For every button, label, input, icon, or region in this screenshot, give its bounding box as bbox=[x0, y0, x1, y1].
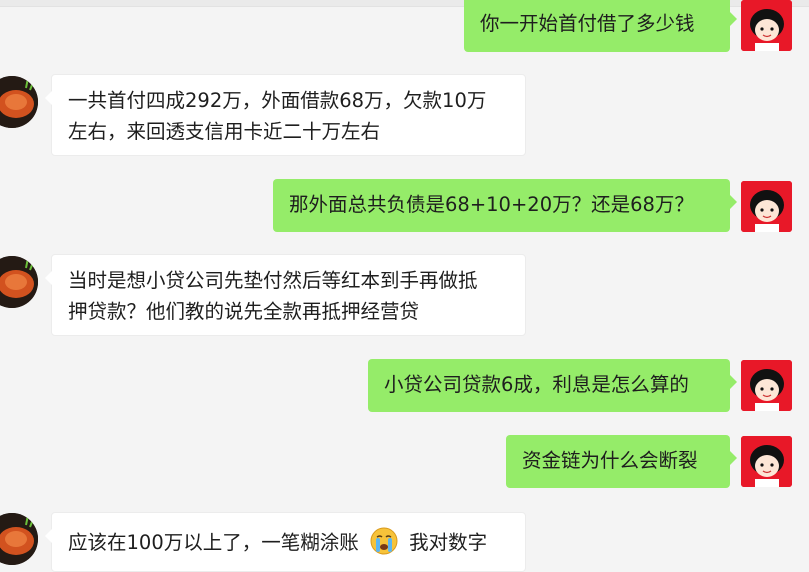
message-bubble-incoming[interactable]: 当时是想小贷公司先垫付然后等红本到手再做抵 押贷款？他们教的说先全款再抵押经营贷 bbox=[45, 254, 526, 336]
self-avatar[interactable] bbox=[741, 181, 792, 232]
cartoon-girl-avatar-icon bbox=[741, 0, 792, 51]
message-text: 资金链为什么会断裂 bbox=[522, 449, 698, 472]
message-text-line: 一共首付四成292万，外面借款68万，欠款10万 bbox=[68, 89, 487, 112]
message-bubble-outgoing[interactable]: 资金链为什么会断裂 bbox=[506, 435, 737, 488]
message-bubble-incoming[interactable]: 应该在100万以上了，一笔糊涂账 我对数字 bbox=[45, 512, 526, 572]
crab-dish-avatar-icon bbox=[0, 256, 38, 308]
message-text-line: 当时是想小贷公司先垫付然后等红本到手再做抵 bbox=[68, 269, 478, 292]
crab-dish-avatar-icon bbox=[0, 513, 38, 565]
message-text-line: 左右，来回透支信用卡近二十万左右 bbox=[68, 120, 381, 143]
message-bubble-outgoing[interactable]: 你一开始首付借了多少钱 bbox=[464, 0, 737, 52]
self-avatar[interactable] bbox=[741, 436, 792, 487]
self-avatar[interactable] bbox=[741, 0, 792, 51]
message-text: 我对数字 bbox=[409, 531, 488, 554]
cartoon-girl-avatar-icon bbox=[741, 181, 792, 232]
message-bubble-outgoing[interactable]: 那外面总共负债是68+10+20万？还是68万？ bbox=[273, 179, 737, 232]
message-text: 那外面总共负债是68+10+20万？还是68万？ bbox=[289, 193, 694, 216]
message-text: 应该在100万以上了，一笔糊涂账 bbox=[68, 531, 359, 554]
message-bubble-incoming[interactable]: 一共首付四成292万，外面借款68万，欠款10万 左右，来回透支信用卡近二十万左… bbox=[45, 74, 526, 156]
message-text: 你一开始首付借了多少钱 bbox=[480, 12, 695, 35]
message-text: 小贷公司贷款6成，利息是怎么算的 bbox=[384, 373, 689, 396]
contact-avatar[interactable] bbox=[0, 256, 38, 308]
cartoon-girl-avatar-icon bbox=[741, 360, 792, 411]
message-bubble-outgoing[interactable]: 小贷公司贷款6成，利息是怎么算的 bbox=[368, 359, 737, 412]
self-avatar[interactable] bbox=[741, 360, 792, 411]
crab-dish-avatar-icon bbox=[0, 76, 38, 128]
contact-avatar[interactable] bbox=[0, 513, 38, 565]
message-text-line: 押贷款？他们教的说先全款再抵押经营贷 bbox=[68, 300, 420, 323]
cartoon-girl-avatar-icon bbox=[741, 436, 792, 487]
contact-avatar[interactable] bbox=[0, 76, 38, 128]
crying-face-emoji-icon bbox=[370, 527, 398, 554]
